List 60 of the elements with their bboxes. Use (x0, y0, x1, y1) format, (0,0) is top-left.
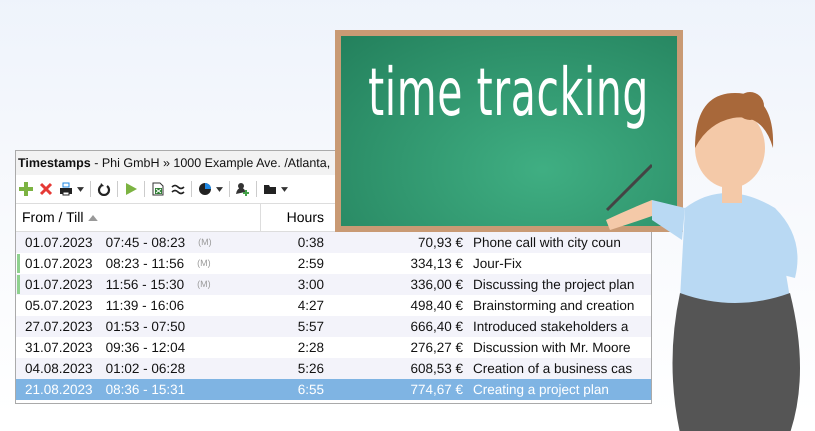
caret-icon[interactable] (281, 186, 288, 192)
date-text: 01.07.2023 (25, 276, 93, 294)
pie-chart-icon[interactable] (198, 182, 212, 196)
date-text: 01.07.2023 (25, 234, 93, 252)
description-text: Creating a project plan (472, 381, 610, 399)
hours-text: 0:38 (296, 234, 325, 252)
hours-text: 4:27 (296, 297, 325, 315)
table-row[interactable]: 04.08.2023 01:02 - 06:28 5:26 608,53 € Creation of a business cas (16, 358, 651, 379)
wave-icon[interactable] (171, 182, 185, 196)
time-range-text: 01:02 - 06:28 (106, 360, 186, 378)
amount-text: 498,40 € (409, 297, 463, 315)
table-row[interactable]: 27.07.2023 01:53 - 07:50 5:57 666,40 € Introduced stakeholders a (16, 316, 651, 337)
hours-text: 2:28 (296, 339, 325, 357)
amount-text: 276,27 € (409, 339, 463, 357)
hours-text: 5:26 (296, 360, 325, 378)
amount-text: 608,53 € (409, 360, 463, 378)
date-text: 31.07.2023 (25, 339, 93, 357)
date-text: 21.08.2023 (25, 381, 93, 399)
table-row[interactable]: 01.07.2023 11:56 - 15:30 (M) 3:00 336,00 € Discussing the project plan (16, 274, 651, 295)
time-range-text: 08:36 - 15:31 (106, 381, 186, 399)
manual-flag-label: (M) (197, 278, 211, 291)
time-range-text: 11:56 - 15:30 (106, 276, 184, 294)
folder-icon[interactable] (263, 182, 277, 196)
description-text: Brainstorming and creation (472, 297, 636, 315)
date-text: 05.07.2023 (25, 297, 93, 315)
hours-text: 3:00 (296, 276, 325, 294)
hours-text: 6:55 (296, 381, 325, 399)
description-text: Creation of a business cas (472, 360, 634, 378)
caret-icon[interactable] (77, 186, 84, 192)
amount-text: 666,40 € (409, 318, 463, 336)
hours-text: 5:57 (296, 318, 325, 336)
description-text: Jour-Fix (472, 255, 523, 273)
amount-text: 336,00 € (409, 276, 463, 294)
date-text: 04.08.2023 (25, 360, 93, 378)
add-user-icon[interactable] (236, 182, 250, 196)
caret-icon[interactable] (216, 186, 223, 192)
hours-text: 2:59 (296, 255, 325, 273)
amount-text: 774,67 € (409, 381, 463, 399)
date-text: 27.07.2023 (25, 318, 93, 336)
time-range-text: 01:53 - 07:50 (106, 318, 186, 336)
description-text: Introduced stakeholders a (472, 318, 630, 336)
refresh-icon[interactable] (97, 182, 111, 196)
description-text: Discussion with Mr. Moore (472, 339, 632, 357)
description-text: Discussing the project plan (472, 276, 636, 294)
description-text: Phone call with city coun (472, 234, 622, 252)
column-header[interactable]: Hours (260, 204, 330, 231)
date-text: 01.07.2023 (25, 255, 93, 273)
delete-icon[interactable] (39, 182, 53, 196)
time-range-text: 09:36 - 12:04 (106, 339, 186, 357)
amount-text: 70,93 € (416, 234, 463, 252)
time-range-text: 11:39 - 16:06 (106, 297, 184, 315)
manual-flag-label: (M) (197, 257, 211, 270)
manual-flag-label: (M) (198, 236, 212, 249)
table-row[interactable]: 01.07.2023 07:45 - 08:23 (M) 0:38 70,93 € Phone call with city coun (16, 232, 651, 253)
column-header[interactable]: From / Till (16, 204, 260, 231)
amount-text: 334,13 € (409, 255, 463, 273)
spreadsheet-icon[interactable] (151, 182, 165, 196)
printer-icon[interactable] (59, 182, 73, 196)
time-range-text: 07:45 - 08:23 (106, 234, 186, 252)
time-range-text: 08:23 - 11:56 (106, 255, 184, 273)
